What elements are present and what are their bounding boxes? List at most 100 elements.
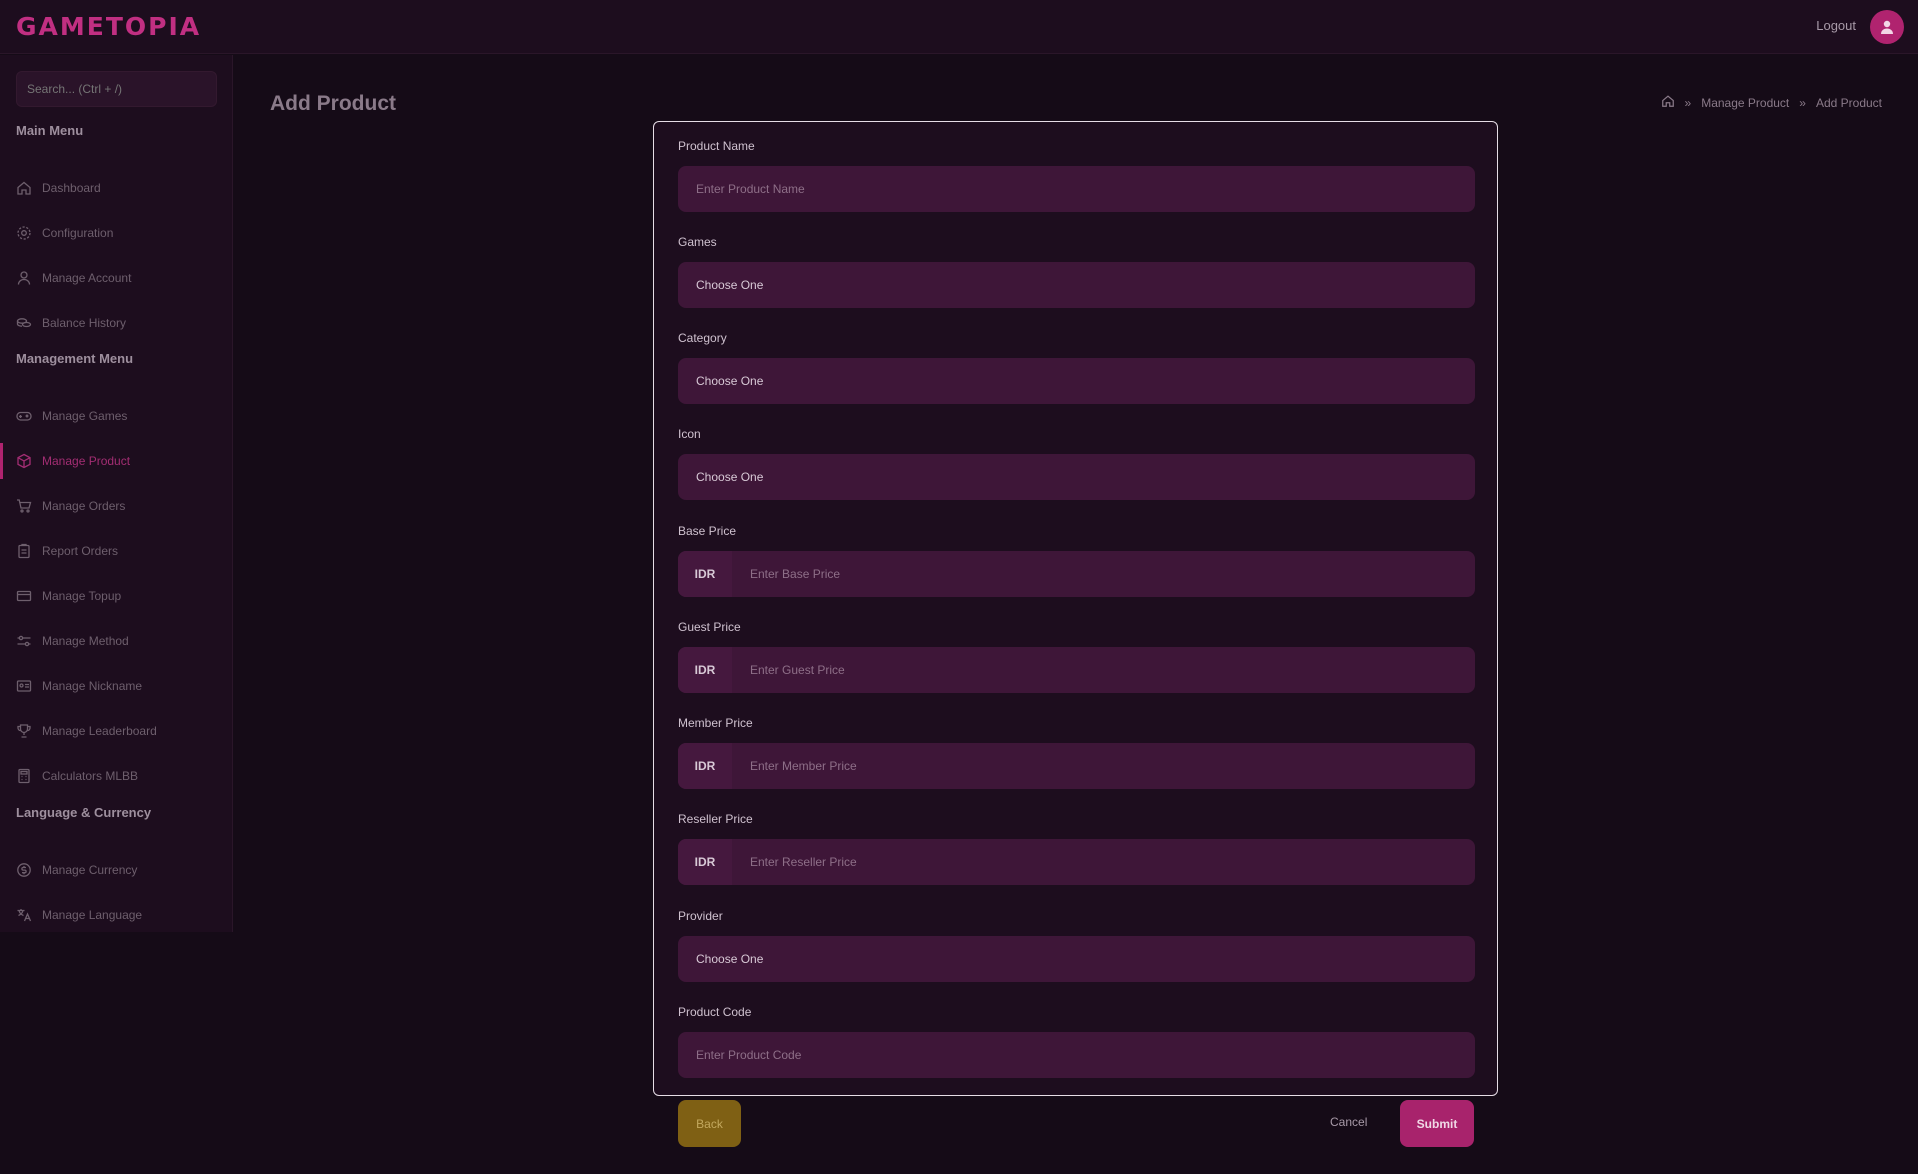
coins-icon [16,315,32,331]
sidebar-item-label: Manage Language [42,908,143,922]
provider-label: Provider [678,909,723,923]
sidebar-item-label: Manage Nickname [42,679,143,693]
add-product-form: Product Name Enter Product Name Games Ch… [653,121,1498,1096]
calculator-icon [16,768,32,784]
clipboard-icon [16,543,32,559]
category-selected-value: Choose One [696,374,764,388]
product-name-label: Product Name [678,139,755,153]
sidebar-item-manage-language[interactable]: Manage Language [0,897,233,933]
sidebar-item-report-orders[interactable]: Report Orders [0,533,233,569]
base-price-label: Base Price [678,524,737,538]
sidebar-item-label: Manage Product [42,454,131,468]
icon-label: Icon [678,427,701,441]
product-code-label: Product Code [678,1005,752,1019]
top-bar: GAMETOPIA Logout [0,0,1918,54]
sidebar-item-label: Manage Account [42,271,132,285]
translate-icon [16,907,32,923]
sidebar-item-manage-orders[interactable]: Manage Orders [0,488,233,524]
currency-prefix: IDR [678,743,732,789]
gear-icon [16,225,32,241]
sidebar-item-manage-currency[interactable]: Manage Currency [0,852,233,888]
id-card-icon [16,678,32,694]
sidebar-item-dashboard[interactable]: Dashboard [0,170,233,206]
home-icon[interactable] [1661,94,1675,111]
product-name-field[interactable]: Enter Product Name [678,166,1475,212]
main-menu-title: Main Menu [16,123,84,138]
games-select[interactable]: Choose One [678,262,1475,308]
sidebar-item-calculators-mlbb[interactable]: Calculators MLBB [0,758,233,794]
guest-price-label: Guest Price [678,620,741,634]
guest-price-placeholder: Enter Guest Price [750,663,845,677]
cancel-button[interactable]: Cancel [1330,1115,1367,1129]
back-button[interactable]: Back [678,1100,741,1147]
games-label: Games [678,235,717,249]
provider-select[interactable]: Choose One [678,936,1475,982]
card-icon [16,588,32,604]
search-input[interactable] [16,71,217,107]
breadcrumb-add-product: Add Product [1815,95,1882,110]
icon-select[interactable]: Choose One [678,454,1475,500]
trophy-icon [16,723,32,739]
cart-icon [16,498,32,514]
gamepad-icon [16,408,32,424]
sidebar-item-manage-nickname[interactable]: Manage Nickname [0,668,233,704]
sidebar-item-manage-method[interactable]: Manage Method [0,623,233,659]
user-icon [16,270,32,286]
chevron-double-right-icon: » [1684,95,1692,110]
chevron-double-right-icon: » [1799,95,1806,110]
sidebar-item-label: Manage Orders [42,499,126,513]
base-price-field[interactable]: IDR Enter Base Price [678,551,1475,597]
sidebar-item-label: Manage Games [42,409,128,423]
sliders-icon [16,633,32,649]
sidebar-item-label: Calculators MLBB [42,769,139,783]
breadcrumb-manage-product[interactable]: Manage Product [1701,96,1789,110]
product-code-placeholder: Enter Product Code [696,1048,802,1062]
sidebar-item-label: Report Orders [42,544,119,558]
sidebar-item-label: Manage Leaderboard [42,724,157,738]
submit-button[interactable]: Submit [1400,1100,1474,1147]
member-price-field[interactable]: IDR Enter Member Price [678,743,1475,789]
reseller-price-field[interactable]: IDR Enter Reseller Price [678,839,1475,885]
page-title: Add Product [270,92,396,115]
box-icon [16,453,32,469]
sidebar: Main Menu Dashboard Configuration Manage… [0,55,233,932]
sidebar-item-manage-account[interactable]: Manage Account [0,260,233,296]
sidebar-item-label: Manage Topup [42,589,122,603]
home-icon [16,180,32,196]
sidebar-item-configuration[interactable]: Configuration [0,215,233,251]
category-label: Category [678,331,727,345]
guest-price-field[interactable]: IDR Enter Guest Price [678,647,1475,693]
management-menu-title: Management Menu [16,351,134,366]
user-avatar-icon [1881,20,1893,34]
member-price-label: Member Price [678,716,753,730]
language-currency-title: Language & Currency [16,805,152,820]
sidebar-item-manage-leaderboard[interactable]: Manage Leaderboard [0,713,233,749]
sidebar-item-label: Manage Currency [42,863,138,877]
currency-icon [16,862,32,878]
base-price-placeholder: Enter Base Price [750,567,841,581]
app-logo[interactable]: GAMETOPIA [16,12,201,41]
product-code-field[interactable]: Enter Product Code [678,1032,1475,1078]
category-select[interactable]: Choose One [678,358,1475,404]
sidebar-item-label: Configuration [42,226,114,240]
sidebar-item-manage-topup[interactable]: Manage Topup [0,578,233,614]
currency-prefix: IDR [678,647,732,693]
reseller-price-label: Reseller Price [678,812,753,826]
member-price-placeholder: Enter Member Price [750,759,857,773]
reseller-price-placeholder: Enter Reseller Price [750,855,857,869]
sidebar-item-manage-games[interactable]: Manage Games [0,398,233,434]
games-selected-value: Choose One [696,278,764,292]
currency-prefix: IDR [678,839,732,885]
breadcrumb: » Manage Product » Add Product [1661,94,1882,111]
icon-selected-value: Choose One [696,470,764,484]
sidebar-item-balance-history[interactable]: Balance History [0,305,233,341]
currency-prefix: IDR [678,551,732,597]
sidebar-item-label: Manage Method [42,634,129,648]
sidebar-item-label: Dashboard [42,181,101,195]
provider-selected-value: Choose One [696,952,764,966]
logout-link[interactable]: Logout [1816,18,1856,33]
avatar[interactable] [1870,10,1904,44]
sidebar-item-label: Balance History [42,316,127,330]
product-name-placeholder: Enter Product Name [696,182,805,196]
sidebar-item-manage-product[interactable]: Manage Product [0,443,233,479]
